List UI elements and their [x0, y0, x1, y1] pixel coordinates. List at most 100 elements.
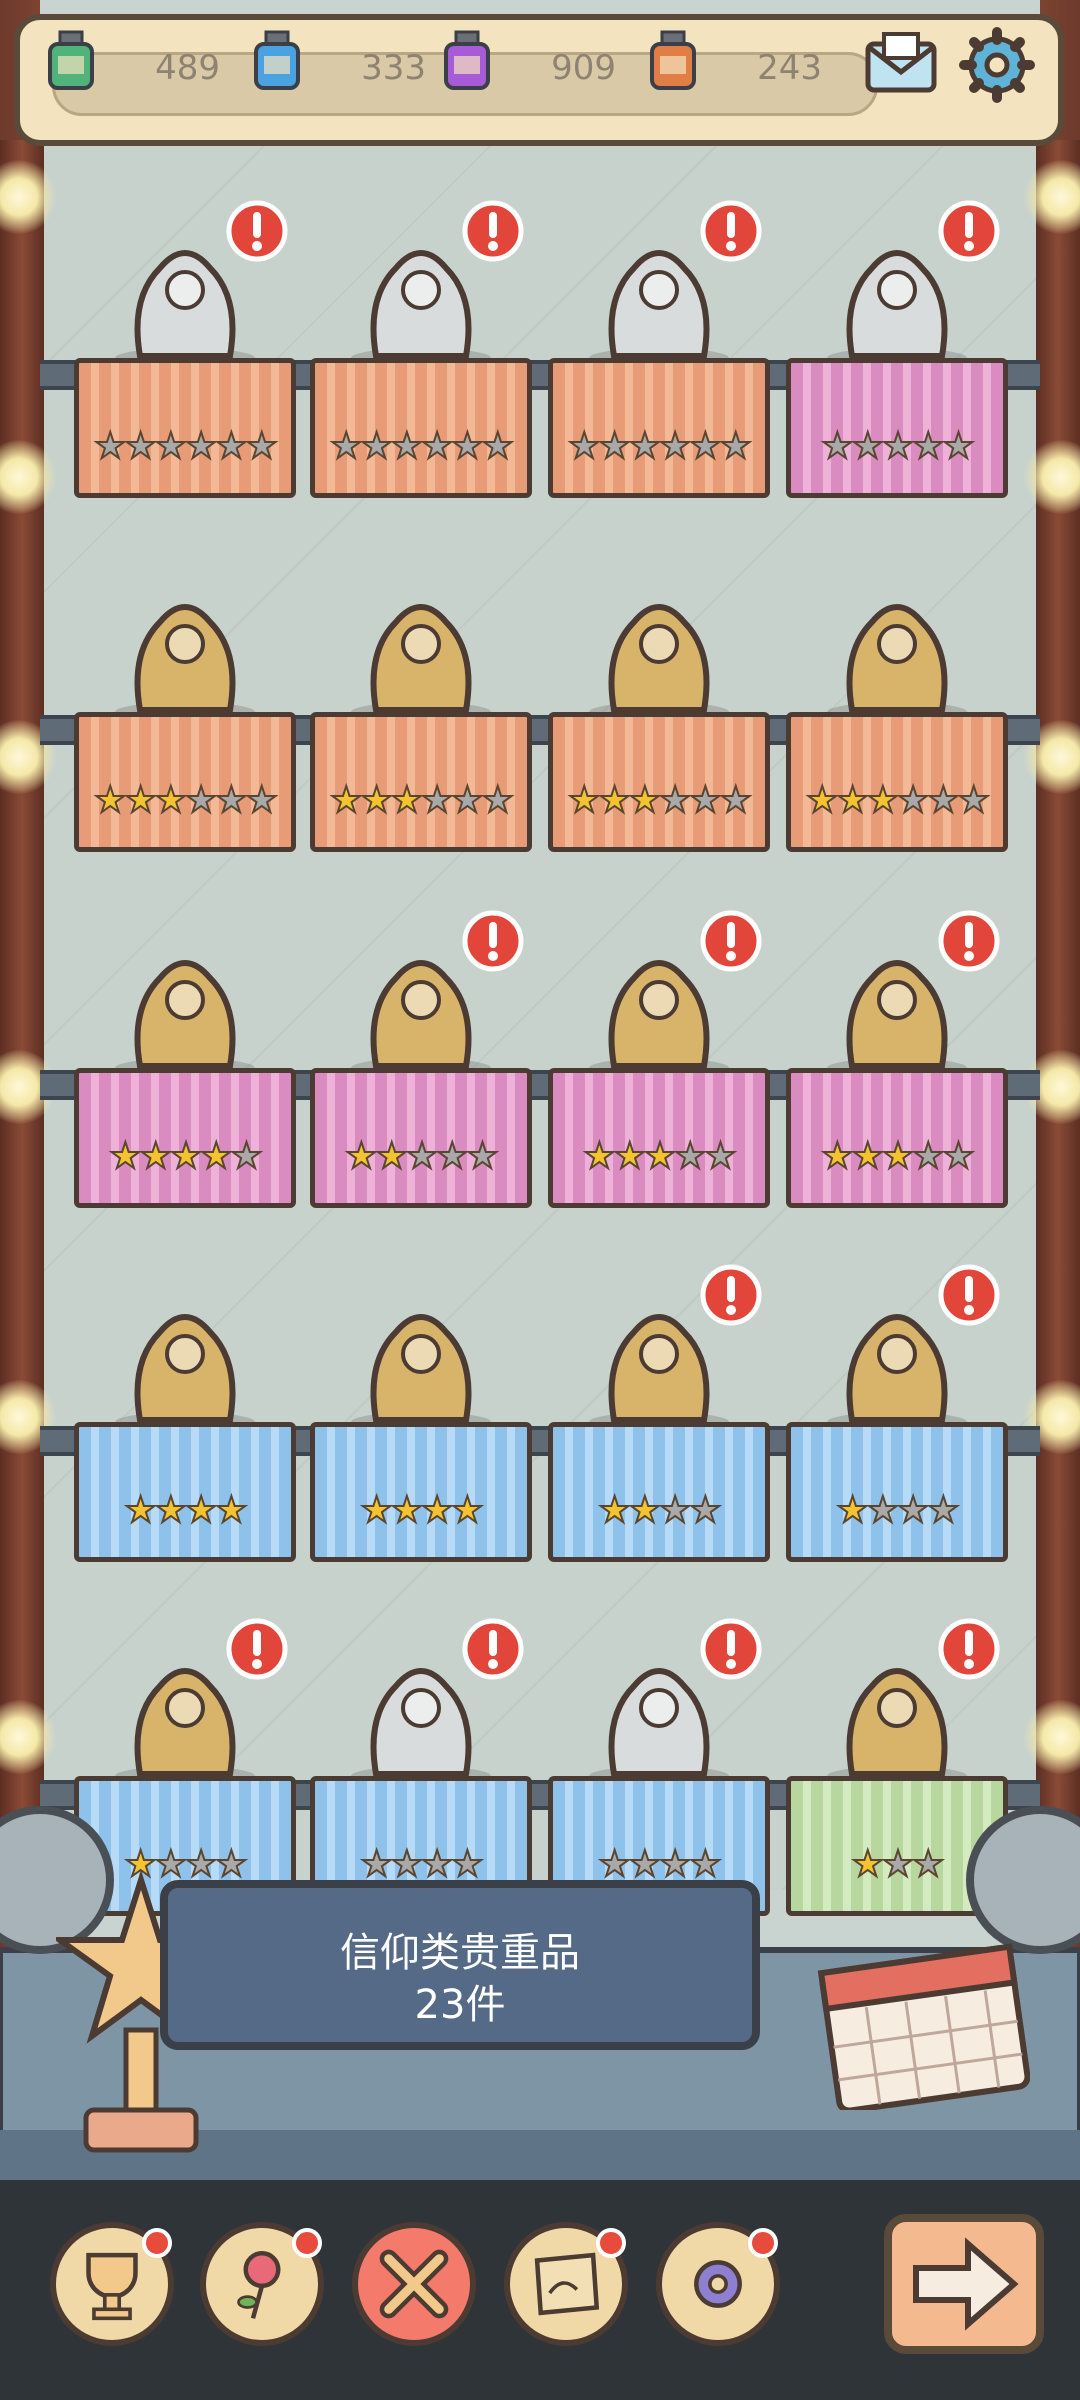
alert-icon[interactable] [936, 198, 1002, 264]
moai-statue-icon[interactable] [336, 1272, 506, 1432]
collection-panel: 信仰类贵重品 23件 [160, 1880, 760, 2050]
star-filled-icon: ★ [835, 1490, 869, 1532]
resource-1: 489 [44, 30, 244, 92]
star-empty-icon: ★ [481, 780, 515, 822]
arrow-right-icon [913, 2237, 1019, 2331]
star-rating: ★★★★ [79, 1490, 291, 1532]
star-empty-icon: ★ [719, 780, 753, 822]
star-empty-icon: ★ [658, 780, 692, 822]
star-filled-icon: ★ [359, 1490, 393, 1532]
display-cloth: ★★★★ [310, 1422, 532, 1562]
display-cloth: ★★★★ [548, 1422, 770, 1562]
star-empty-icon: ★ [911, 426, 945, 468]
alert-icon[interactable] [460, 908, 526, 974]
resource-3: 909 [440, 30, 640, 92]
alert-icon[interactable] [936, 1262, 1002, 1328]
star-filled-icon: ★ [344, 1136, 378, 1178]
star-filled-icon: ★ [154, 1490, 188, 1532]
display-cloth: ★★★★ [74, 1422, 296, 1562]
resource-value: 489 [155, 48, 220, 88]
star-empty-icon: ★ [926, 780, 960, 822]
star-filled-icon: ★ [582, 1136, 616, 1178]
display-cloth: ★★★★★★ [548, 358, 770, 498]
star-empty-icon: ★ [481, 426, 515, 468]
gear-icon[interactable] [958, 26, 1036, 104]
star-empty-icon: ★ [957, 780, 991, 822]
star-filled-icon: ★ [123, 1490, 157, 1532]
star-empty-icon: ★ [688, 1490, 722, 1532]
star-filled-icon: ★ [108, 1136, 142, 1178]
alert-icon[interactable] [936, 908, 1002, 974]
star-rating: ★★★★ [791, 1490, 1003, 1532]
star-empty-icon: ★ [245, 780, 279, 822]
display-cloth: ★★★★★★ [310, 712, 532, 852]
star-empty-icon: ★ [567, 426, 601, 468]
star-empty-icon: ★ [820, 426, 854, 468]
resource-4: 243 [646, 30, 846, 92]
star-rating: ★★★★★★ [553, 780, 765, 822]
star-rating: ★★★★★★ [79, 780, 291, 822]
star-rating: ★★★★★★ [553, 426, 765, 468]
next-button[interactable] [884, 2214, 1044, 2354]
star-empty-icon: ★ [450, 780, 484, 822]
star-filled-icon: ★ [184, 1490, 218, 1532]
display-cloth: ★★★★★ [548, 1068, 770, 1208]
star-empty-icon: ★ [896, 1490, 930, 1532]
collection-title: 信仰类贵重品 [340, 1930, 580, 1976]
display-cloth: ★★★★ [786, 1422, 1008, 1562]
star-filled-icon: ★ [613, 1136, 647, 1178]
blue-ink-jar-icon [254, 30, 300, 90]
star-rating: ★★★★★★ [315, 426, 527, 468]
star-empty-icon: ★ [245, 426, 279, 468]
notification-dot [596, 2228, 626, 2258]
close-x-icon [379, 2249, 449, 2319]
alert-icon[interactable] [698, 198, 764, 264]
green-ink-jar-icon [48, 30, 94, 90]
star-filled-icon: ★ [597, 780, 631, 822]
alert-icon[interactable] [936, 1616, 1002, 1682]
right-pillar [1036, 140, 1080, 1920]
star-empty-icon: ★ [184, 780, 218, 822]
alert-icon[interactable] [698, 908, 764, 974]
resource-2: 333 [250, 30, 450, 92]
alert-icon[interactable] [698, 1616, 764, 1682]
resource-value: 909 [551, 48, 616, 88]
alert-icon[interactable] [460, 1616, 526, 1682]
display-cloth: ★★★★★★ [310, 358, 532, 498]
resource-value: 243 [757, 48, 822, 88]
three-faces-icon[interactable] [574, 562, 744, 722]
star-empty-icon: ★ [214, 780, 248, 822]
notification-dot [142, 2228, 172, 2258]
potion-bottle-icon[interactable] [100, 918, 270, 1078]
notification-dot [748, 2228, 778, 2258]
star-rating: ★★★★★ [553, 1136, 765, 1178]
star-rating: ★★★★ [315, 1490, 527, 1532]
star-empty-icon: ★ [941, 426, 975, 468]
nav-button-3[interactable] [352, 2222, 476, 2346]
star-empty-icon: ★ [628, 426, 662, 468]
star-empty-icon: ★ [450, 426, 484, 468]
purple-ink-jar-icon [444, 30, 490, 90]
star-empty-icon: ★ [420, 426, 454, 468]
star-filled-icon: ★ [420, 1490, 454, 1532]
eye-amulet-icon[interactable] [100, 562, 270, 722]
star-empty-icon: ★ [405, 1136, 439, 1178]
star-filled-icon: ★ [835, 780, 869, 822]
pointing-hand-icon[interactable] [812, 562, 982, 722]
mail-icon[interactable] [862, 26, 940, 104]
alert-icon[interactable] [224, 198, 290, 264]
star-filled-icon: ★ [199, 1136, 233, 1178]
star-empty-icon: ★ [926, 1490, 960, 1532]
star-rating: ★★★★★★ [791, 780, 1003, 822]
star-filled-icon: ★ [643, 1136, 677, 1178]
star-filled-icon: ★ [628, 1490, 662, 1532]
star-empty-icon: ★ [597, 426, 631, 468]
bearded-bust-icon[interactable] [336, 562, 506, 722]
alert-icon[interactable] [224, 1616, 290, 1682]
star-rating: ★★★★★★ [79, 426, 291, 468]
alert-icon[interactable] [698, 1262, 764, 1328]
alert-icon[interactable] [460, 198, 526, 264]
star-rating: ★★★★ [553, 1490, 765, 1532]
star-empty-icon: ★ [214, 426, 248, 468]
ornate-chair-icon[interactable] [100, 1272, 270, 1432]
